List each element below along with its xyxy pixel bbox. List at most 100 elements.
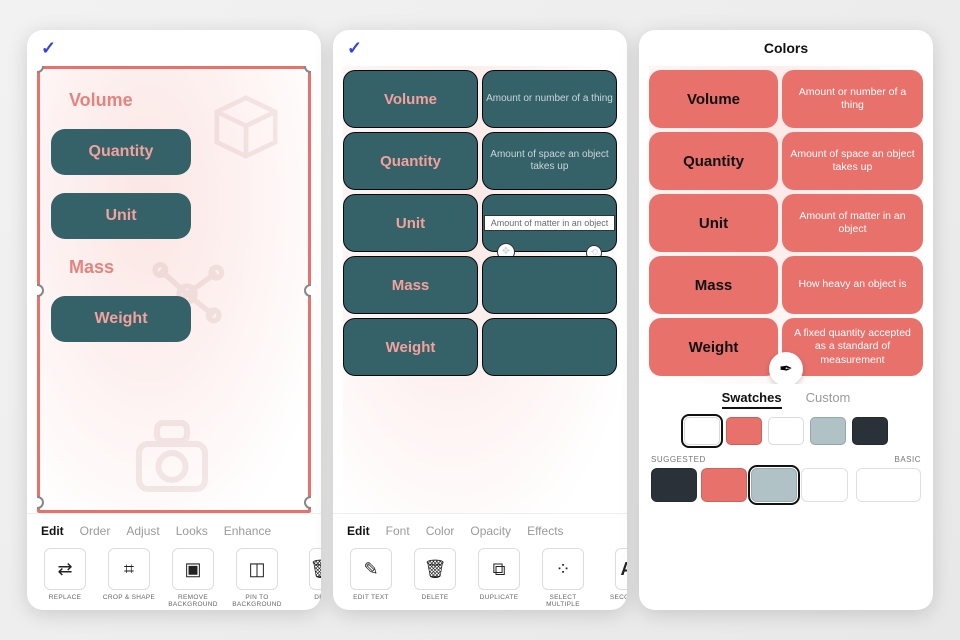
- swatch-tabs: Swatches Custom: [639, 384, 933, 411]
- group-label: SUGGESTED: [651, 455, 848, 464]
- trash-icon: 🗑: [309, 548, 321, 590]
- card-row: Quantity Amount of space an object takes…: [649, 132, 923, 190]
- eyedropper-button[interactable]: ✒: [769, 352, 803, 384]
- select-multiple-icon: ⁘: [542, 548, 584, 590]
- swatch-row: [639, 411, 933, 455]
- def-cell[interactable]: Amount or number of a thing: [782, 70, 923, 128]
- swatch[interactable]: [856, 468, 922, 502]
- tool-replace[interactable]: ⇄REPLACE: [37, 548, 93, 610]
- swatch[interactable]: [701, 468, 747, 502]
- tool-delete[interactable]: 🗑DELETE: [407, 548, 463, 610]
- pin-icon: ◫: [236, 548, 278, 590]
- text-tabs: Edit Font Color Opacity Effects: [333, 513, 627, 544]
- scale-icon: [127, 408, 217, 503]
- tool-delete[interactable]: 🗑DEL: [293, 548, 321, 610]
- term-cell[interactable]: Unit: [649, 194, 778, 252]
- term-cell[interactable]: Unit: [343, 194, 478, 252]
- text-edit-box[interactable]: Amount of matter in an object: [484, 215, 616, 232]
- canvas[interactable]: Volume Quantity Unit Mass Weight: [37, 66, 311, 513]
- swatch[interactable]: [852, 417, 888, 445]
- tool-edit-text[interactable]: ✎EDIT TEXT: [343, 548, 399, 610]
- def-cell-selected[interactable]: Amount of matter in an object ✥ ⟲: [482, 194, 617, 252]
- def-cell[interactable]: [482, 318, 617, 376]
- def-cell[interactable]: Amount of space an object takes up: [482, 132, 617, 190]
- eyedropper-icon: ✒: [779, 359, 792, 379]
- term-pill[interactable]: Unit: [51, 193, 191, 239]
- panel-edit-object: ✓ Volume Quantity Unit Mass Weight Edit …: [27, 30, 321, 610]
- text-style-icon: A: [615, 548, 627, 590]
- card-row: Mass How heavy an object is: [649, 256, 923, 314]
- swatch[interactable]: [810, 417, 846, 445]
- swatch[interactable]: [726, 417, 762, 445]
- pencil-icon: ✎: [350, 548, 392, 590]
- group-suggested: SUGGESTED: [651, 455, 848, 502]
- tool-duplicate[interactable]: ⧉DUPLICATE: [471, 548, 527, 610]
- term-cell[interactable]: Weight: [649, 318, 778, 376]
- card-row: Mass: [343, 256, 617, 314]
- tool-pin-bg[interactable]: ◫PIN TO BACKGROUND: [229, 548, 285, 610]
- def-cell[interactable]: A fixed quantity accepted as a standard …: [782, 318, 923, 376]
- tool-select-multiple[interactable]: ⁘SELECT MULTIPLE: [535, 548, 591, 610]
- term-cell[interactable]: Weight: [343, 318, 478, 376]
- ghost-label: Mass: [51, 257, 297, 278]
- tab-opacity[interactable]: Opacity: [470, 524, 511, 538]
- tab-color[interactable]: Color: [426, 524, 455, 538]
- tab-order[interactable]: Order: [80, 524, 111, 538]
- term-cell[interactable]: Volume: [343, 70, 478, 128]
- page-title: Colors: [653, 40, 919, 56]
- tab-looks[interactable]: Looks: [176, 524, 208, 538]
- tool-remove-bg[interactable]: ▣REMOVE BACKGROUND: [165, 548, 221, 610]
- tab-edit[interactable]: Edit: [347, 524, 370, 538]
- tab-swatches[interactable]: Swatches: [722, 390, 782, 409]
- replace-icon: ⇄: [44, 548, 86, 590]
- term-cell[interactable]: Mass: [343, 256, 478, 314]
- resize-handle-icon[interactable]: [304, 496, 311, 509]
- card-row: Quantity Amount of space an object takes…: [343, 132, 617, 190]
- swatch[interactable]: [768, 417, 804, 445]
- canvas[interactable]: Volume Amount or number of a thing Quant…: [343, 66, 617, 513]
- def-cell[interactable]: How heavy an object is: [782, 256, 923, 314]
- def-cell[interactable]: Amount of space an object takes up: [782, 132, 923, 190]
- tool-secondary[interactable]: ASECONDA: [599, 548, 627, 610]
- card-row: Volume Amount or number of a thing: [649, 70, 923, 128]
- tab-edit[interactable]: Edit: [41, 524, 64, 538]
- tab-adjust[interactable]: Adjust: [126, 524, 159, 538]
- card-row: Unit Amount of matter in an object ✥ ⟲: [343, 194, 617, 252]
- tab-enhance[interactable]: Enhance: [224, 524, 271, 538]
- tab-effects[interactable]: Effects: [527, 524, 563, 538]
- term-pill[interactable]: Weight: [51, 296, 191, 342]
- card-rows: Volume Amount or number of a thing Quant…: [649, 66, 923, 376]
- tool-row: ⇄REPLACE ⌗CROP & SHAPE ▣REMOVE BACKGROUN…: [27, 544, 321, 610]
- term-pill[interactable]: Quantity: [51, 129, 191, 175]
- group-label: BASIC: [856, 455, 922, 464]
- tool-row: ✎EDIT TEXT 🗑DELETE ⧉DUPLICATE ⁘SELECT MU…: [333, 544, 627, 610]
- def-cell[interactable]: [482, 256, 617, 314]
- image-icon: ▣: [172, 548, 214, 590]
- topbar: ✓: [27, 30, 321, 66]
- term-cell[interactable]: Quantity: [343, 132, 478, 190]
- group-basic: BASIC: [856, 455, 922, 502]
- ghost-label: Volume: [51, 90, 297, 111]
- confirm-icon[interactable]: ✓: [41, 38, 56, 59]
- topbar: Colors: [639, 30, 933, 66]
- tab-custom[interactable]: Custom: [806, 390, 851, 409]
- def-cell[interactable]: Amount of matter in an object: [782, 194, 923, 252]
- card-rows: Volume Amount or number of a thing Quant…: [343, 66, 617, 376]
- tool-crop[interactable]: ⌗CROP & SHAPE: [101, 548, 157, 610]
- term-cell[interactable]: Mass: [649, 256, 778, 314]
- term-cell[interactable]: Volume: [649, 70, 778, 128]
- def-cell[interactable]: Amount or number of a thing: [482, 70, 617, 128]
- tab-font[interactable]: Font: [386, 524, 410, 538]
- canvas[interactable]: Volume Amount or number of a thing Quant…: [649, 66, 923, 384]
- crop-icon: ⌗: [108, 548, 150, 590]
- swatch[interactable]: [751, 468, 797, 502]
- term-cell[interactable]: Quantity: [649, 132, 778, 190]
- swatch[interactable]: [651, 468, 697, 502]
- trash-icon: 🗑: [414, 548, 456, 590]
- card-row: Unit Amount of matter in an object: [649, 194, 923, 252]
- term-column: Volume Quantity Unit Mass Weight: [37, 66, 311, 366]
- confirm-icon[interactable]: ✓: [347, 38, 362, 59]
- swatch[interactable]: [801, 468, 847, 502]
- card-row: Weight: [343, 318, 617, 376]
- swatch[interactable]: [684, 417, 720, 445]
